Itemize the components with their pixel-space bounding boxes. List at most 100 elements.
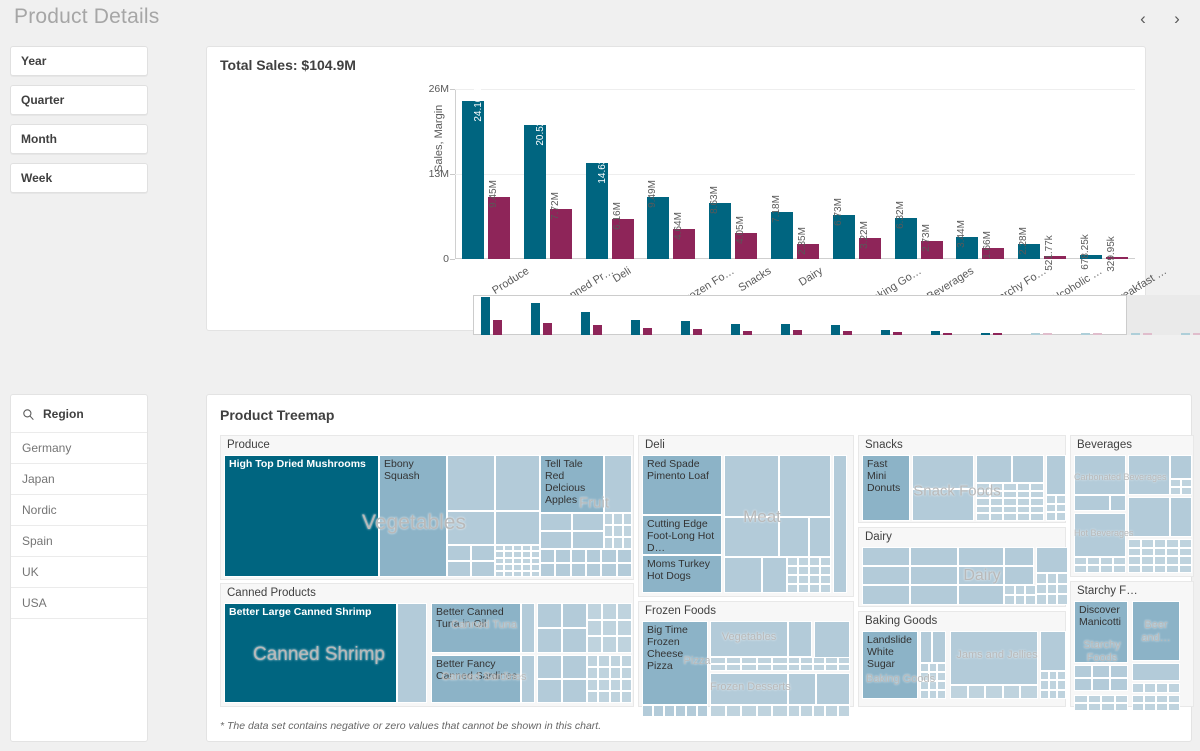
treemap-cell[interactable] <box>1046 594 1058 605</box>
bar-margin[interactable]: 2.73M <box>920 224 943 259</box>
treemap-cell[interactable]: Moms Turkey Hot Dogs <box>642 555 722 593</box>
treemap-cell[interactable] <box>1030 498 1044 506</box>
treemap-cell[interactable] <box>1140 539 1154 548</box>
treemap-cell[interactable] <box>555 549 571 563</box>
treemap-cell[interactable] <box>937 663 946 672</box>
treemap-cell[interactable] <box>1132 663 1180 681</box>
treemap-cell[interactable] <box>1170 487 1181 495</box>
treemap-cell[interactable] <box>562 603 587 628</box>
treemap-cell[interactable] <box>598 691 610 703</box>
treemap-cell[interactable] <box>1156 695 1168 703</box>
chevron-right-icon[interactable]: › <box>1168 8 1186 28</box>
treemap-cell[interactable] <box>504 570 513 577</box>
treemap-cell[interactable] <box>976 455 1012 483</box>
treemap-cell[interactable] <box>602 603 617 620</box>
product-treemap-chart[interactable]: Product Treemap Produce High Top Dried Mu… <box>206 394 1194 742</box>
bar-group[interactable]: 678.25k 329.95k Breakfast … <box>1080 89 1169 307</box>
treemap-cell[interactable] <box>1153 564 1167 573</box>
treemap-cell[interactable] <box>1002 685 1021 699</box>
filter-button-quarter[interactable]: Quarter <box>10 85 148 115</box>
treemap-cell[interactable] <box>756 705 773 717</box>
bar-sales[interactable]: 8.63M <box>709 186 732 259</box>
treemap-cell[interactable] <box>1056 503 1066 513</box>
treemap-cell[interactable] <box>1128 539 1141 548</box>
treemap-cell[interactable] <box>664 705 675 717</box>
treemap-cell[interactable] <box>495 511 540 545</box>
treemap-cell[interactable] <box>604 455 632 513</box>
treemap-cell[interactable] <box>950 685 968 699</box>
treemap-cell[interactable] <box>686 705 697 717</box>
treemap-cell[interactable] <box>616 563 632 577</box>
treemap-cell[interactable] <box>837 664 850 671</box>
treemap-cell[interactable] <box>837 657 850 664</box>
treemap-cell[interactable] <box>1144 703 1156 711</box>
bar-group[interactable]: 6.32M 2.73M Beverages <box>894 89 976 303</box>
treemap-cell[interactable] <box>1074 678 1092 691</box>
bar-sales[interactable]: 2.28M <box>1018 227 1041 259</box>
chart-scroll-minimap[interactable] <box>473 295 1200 335</box>
treemap-cell[interactable] <box>1170 497 1192 537</box>
treemap-cell[interactable] <box>1004 547 1034 566</box>
treemap-cell[interactable] <box>809 566 820 575</box>
treemap-cell[interactable] <box>642 705 653 717</box>
treemap-cell[interactable] <box>622 537 632 549</box>
treemap-cell[interactable] <box>562 679 587 703</box>
treemap-cell[interactable] <box>1036 573 1047 584</box>
treemap-cell[interactable] <box>1144 683 1156 693</box>
bar-margin[interactable]: 3.22M <box>858 221 881 259</box>
treemap-cell[interactable] <box>1003 498 1017 506</box>
treemap-cell[interactable] <box>1014 585 1026 595</box>
treemap-cell[interactable] <box>724 455 779 517</box>
treemap-cell[interactable] <box>1057 689 1066 699</box>
treemap-cell[interactable] <box>820 575 831 584</box>
treemap-cell[interactable] <box>522 570 531 577</box>
treemap-cell[interactable] <box>609 655 621 667</box>
treemap-cell[interactable] <box>620 691 632 703</box>
treemap-cell[interactable] <box>537 628 562 653</box>
treemap-cell[interactable] <box>787 566 798 575</box>
treemap-cell[interactable] <box>1030 505 1044 514</box>
treemap-cell[interactable] <box>725 705 742 717</box>
treemap-cell[interactable] <box>1057 573 1068 584</box>
treemap-cell[interactable] <box>833 455 847 593</box>
treemap-cell[interactable] <box>741 705 757 717</box>
treemap-cell[interactable] <box>1128 497 1170 537</box>
bar-margin[interactable]: 1.66M <box>982 231 1005 259</box>
treemap-cell[interactable] <box>958 566 1004 585</box>
treemap-cell[interactable] <box>812 664 826 671</box>
treemap-cell[interactable]: Better Fancy Canned Sardines <box>431 655 521 703</box>
treemap-cell[interactable] <box>725 664 742 671</box>
treemap-cell[interactable] <box>447 511 495 545</box>
treemap-cell[interactable] <box>587 603 602 620</box>
bar-margin[interactable]: 2.35M <box>797 227 819 259</box>
treemap-cell[interactable] <box>613 525 623 537</box>
treemap-group[interactable]: Starchy F… Discover Manicotti Starchy Foods… <box>1070 581 1194 711</box>
treemap-cell[interactable] <box>495 570 504 577</box>
treemap-cell[interactable] <box>976 513 990 521</box>
treemap-cell[interactable] <box>540 513 572 531</box>
bar-group[interactable]: 3.44M 1.66M Starchy Fo… <box>956 89 1049 309</box>
treemap-cell[interactable] <box>1144 695 1156 703</box>
treemap-cell[interactable] <box>471 545 495 561</box>
treemap-cell[interactable] <box>1132 695 1144 703</box>
treemap-cell[interactable] <box>985 685 1003 699</box>
treemap-cell[interactable] <box>1114 695 1128 703</box>
treemap-cell[interactable] <box>1132 601 1180 661</box>
treemap-cell[interactable] <box>787 557 798 566</box>
treemap-cell[interactable] <box>912 455 974 489</box>
treemap-cell[interactable] <box>572 513 604 531</box>
bar-group[interactable]: 20.52M 7.72M Canned Pr… <box>523 89 616 309</box>
treemap-cell[interactable] <box>1003 490 1017 499</box>
treemap-cell[interactable] <box>932 631 946 663</box>
treemap-cell[interactable] <box>1025 585 1036 595</box>
treemap-cell[interactable] <box>800 705 813 717</box>
treemap-cell[interactable] <box>820 566 831 575</box>
bar-group[interactable]: 24.16M 9.45M Produce <box>461 88 531 297</box>
treemap-cell[interactable] <box>447 455 495 511</box>
treemap-cell[interactable] <box>562 628 587 653</box>
treemap-cell[interactable] <box>513 570 522 577</box>
treemap-cell[interactable] <box>787 584 798 593</box>
treemap-cell[interactable] <box>967 685 986 699</box>
treemap-cell[interactable] <box>989 505 1004 514</box>
treemap-cell[interactable] <box>989 483 1004 491</box>
